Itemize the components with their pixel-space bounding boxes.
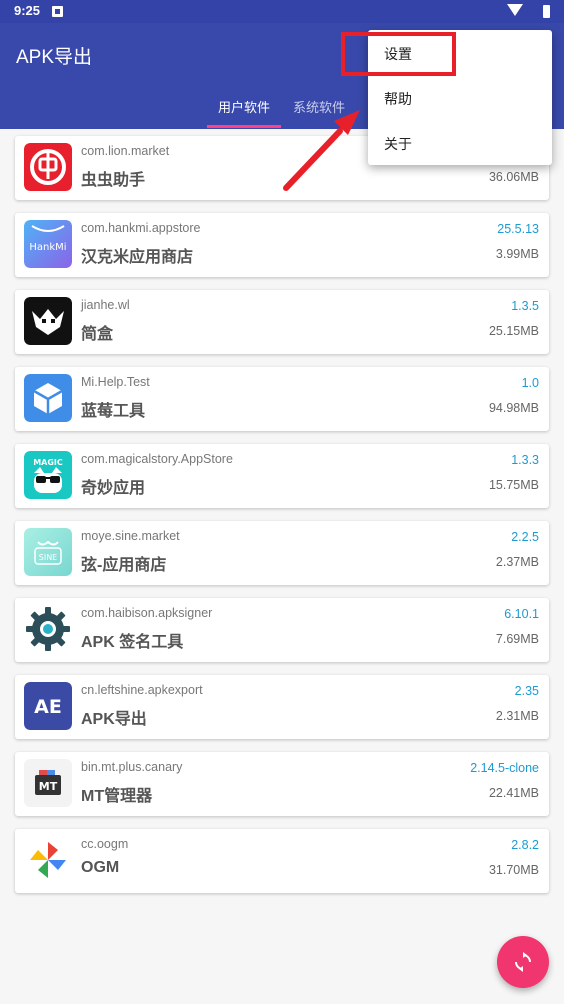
- app-name: MT管理器: [81, 788, 153, 805]
- app-size: 2.31MB: [495, 709, 539, 723]
- ae-icon: AE: [24, 682, 72, 730]
- cube-icon: [24, 374, 72, 422]
- status-bar: 9:25: [0, 0, 564, 23]
- pinwheel-icon: [24, 836, 72, 884]
- mt-icon: MT: [24, 759, 72, 807]
- app-name: 简盒: [81, 326, 114, 343]
- settings-highlight-box: [341, 32, 456, 76]
- package-name: cn.leftshine.apkexport: [81, 683, 203, 697]
- app-size: 22.41MB: [488, 786, 539, 800]
- hankmi-icon-text: HankMi: [29, 242, 66, 253]
- tab-system-apps[interactable]: 系统软件: [293, 97, 345, 116]
- app-size: 36.06MB: [488, 170, 539, 184]
- app-name: APK 签名工具: [81, 634, 184, 651]
- app-card[interactable]: jianhe.wl 简盒 1.3.5 25.15MB: [15, 290, 549, 354]
- app-version: 2.14.5-clone: [470, 761, 539, 775]
- status-time: 9:25: [14, 3, 41, 18]
- wifi-icon: [507, 4, 523, 16]
- app-name: OGM: [81, 859, 120, 876]
- app-version: 1.0: [521, 376, 539, 390]
- package-name: jianhe.wl: [81, 298, 130, 312]
- notification-icon: [52, 6, 63, 17]
- app-version: 1.3.3: [511, 453, 539, 467]
- package-name: com.hankmi.appstore: [81, 221, 201, 235]
- package-name: moye.sine.market: [81, 529, 180, 543]
- hankmi-icon: HankMi: [24, 220, 72, 268]
- app-size: 94.98MB: [488, 401, 539, 415]
- app-version: 2.35: [514, 684, 539, 698]
- magic-icon: MAGIC: [24, 451, 72, 499]
- app-name: 汉克米应用商店: [81, 249, 194, 266]
- gear-icon: [24, 605, 72, 653]
- package-name: cc.oogm: [81, 837, 129, 851]
- app-size: 2.37MB: [495, 555, 539, 569]
- mt-icon-text: MT: [39, 780, 58, 793]
- sine-icon-text: SINE: [39, 553, 57, 562]
- package-name: com.lion.market: [81, 144, 170, 158]
- app-name: 弦-应用商店: [81, 557, 167, 574]
- sine-icon: SINE: [24, 528, 72, 576]
- app-card[interactable]: com.haibison.apksigner APK 签名工具 6.10.1 7…: [15, 598, 549, 662]
- app-name: 蓝莓工具: [81, 403, 146, 420]
- app-size: 31.70MB: [488, 863, 539, 877]
- app-name: 虫虫助手: [81, 172, 146, 189]
- app-card[interactable]: cc.oogm OGM 2.8.2 31.70MB: [15, 829, 549, 893]
- app-card[interactable]: HankMi com.hankmi.appstore 汉克米应用商店 25.5.…: [15, 213, 549, 277]
- package-name: bin.mt.plus.canary: [81, 760, 183, 774]
- app-card[interactable]: Mi.Help.Test 蓝莓工具 1.0 94.98MB: [15, 367, 549, 431]
- magic-icon-text: MAGIC: [33, 458, 63, 467]
- chongchong-icon: [24, 143, 72, 191]
- app-card[interactable]: SINE moye.sine.market 弦-应用商店 2.2.5 2.37M…: [15, 521, 549, 585]
- app-size: 25.15MB: [488, 324, 539, 338]
- refresh-icon: [515, 952, 531, 972]
- refresh-fab[interactable]: [497, 936, 549, 988]
- app-version: 2.8.2: [511, 838, 539, 852]
- menu-item-about[interactable]: 关于: [384, 134, 412, 154]
- battery-icon: [543, 5, 550, 18]
- app-size: 15.75MB: [488, 478, 539, 492]
- tab-user-apps[interactable]: 用户软件: [218, 97, 270, 116]
- app-version: 1.3.5: [511, 299, 539, 313]
- app-size: 7.69MB: [495, 632, 539, 646]
- tab-indicator: [207, 125, 281, 128]
- app-title: APK导出: [16, 47, 93, 68]
- app-card[interactable]: MT bin.mt.plus.canary MT管理器 2.14.5-clone…: [15, 752, 549, 816]
- package-name: Mi.Help.Test: [81, 375, 150, 389]
- app-card[interactable]: MAGIC com.magicalstory.AppStore 奇妙应用 1.3…: [15, 444, 549, 508]
- package-name: com.haibison.apksigner: [81, 606, 213, 620]
- app-size: 3.99MB: [495, 247, 539, 261]
- app-card[interactable]: AE cn.leftshine.apkexport APK导出 2.35 2.3…: [15, 675, 549, 739]
- app-version: 2.2.5: [511, 530, 539, 544]
- app-version: 6.10.1: [504, 607, 539, 621]
- app-name: APK导出: [81, 711, 147, 728]
- ae-icon-text: AE: [34, 696, 62, 718]
- package-name: com.magicalstory.AppStore: [81, 452, 233, 466]
- jianhe-icon: [24, 297, 72, 345]
- app-version: 25.5.13: [497, 222, 539, 236]
- app-name: 奇妙应用: [81, 480, 146, 497]
- menu-item-help[interactable]: 帮助: [384, 89, 412, 109]
